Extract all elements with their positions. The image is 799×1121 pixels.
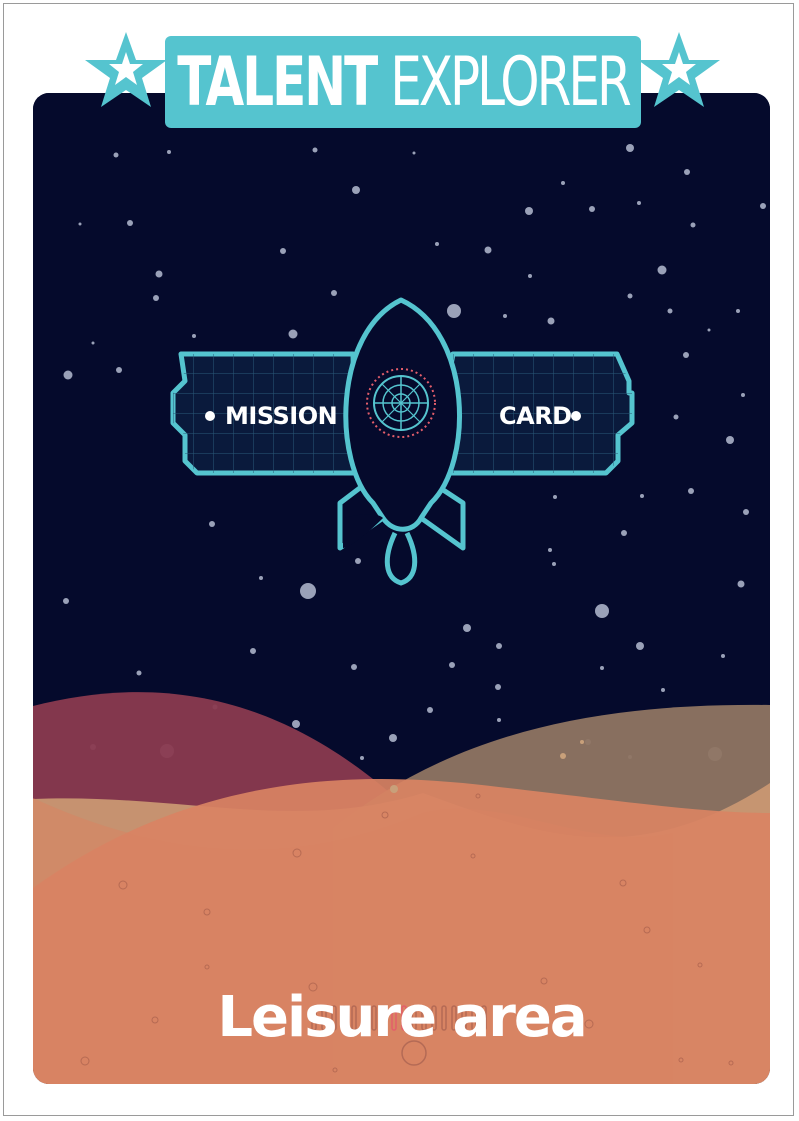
badge-label-mission: MISSION	[225, 402, 338, 430]
brand-title-bold: TALENT	[177, 42, 378, 122]
star-icon	[85, 32, 167, 107]
star-icon	[638, 32, 720, 107]
brand-title: TALENT EXPLORER	[165, 23, 641, 142]
mission-card: MISSION CARD Leisure area	[33, 93, 770, 1084]
badge-label-card: CARD	[499, 402, 572, 430]
card-title: Leisure area	[217, 985, 587, 1050]
brand-title-light: EXPLORER	[390, 42, 631, 122]
space-scene	[33, 93, 770, 1084]
brand-header: TALENT EXPLORER	[0, 0, 799, 140]
